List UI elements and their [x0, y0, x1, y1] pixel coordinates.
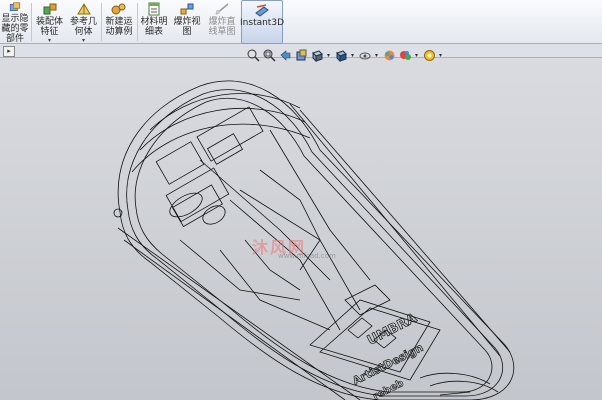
new-motion-study-icon: [111, 3, 126, 15]
show-hidden-components-label: 显示隐 藏的零 部件: [1, 14, 29, 44]
wireframe-assembly-model[interactable]: UMBRA ArtistDesign rebeb: [0, 58, 602, 400]
exploded-view-label: 爆炸视 图: [173, 17, 201, 37]
show-hide-components-icon: [9, 2, 21, 12]
command-manager-ribbon: 显示隐 藏的零 部件 装配体 特征 ▾ 参考几 何体 ▾ 新建运 动算例 材料明…: [0, 0, 602, 44]
model-line3-text: rebeb: [371, 378, 405, 400]
instant3d-button[interactable]: Instant3D: [240, 0, 284, 44]
body-outline-inner-2: [134, 97, 493, 393]
reference-geometry-label: 参考几 何体: [69, 17, 97, 37]
explode-line-sketch-label: 爆炸直 线草图: [208, 17, 236, 37]
bill-of-materials-label: 材料明 细表: [140, 17, 168, 37]
assembly-features-button[interactable]: 装配体 特征 ▾: [33, 0, 66, 44]
exploded-view-button[interactable]: 爆炸视 图: [171, 0, 203, 44]
explode-line-sketch-icon: [215, 3, 229, 15]
assembly-features-icon: [43, 3, 56, 15]
bill-of-materials-button[interactable]: 材料明 细表: [138, 0, 170, 44]
instant3d-icon: [255, 4, 269, 17]
new-motion-study-label: 新建运 动算例: [105, 17, 133, 37]
model-artist-text: ArtistDesign: [350, 341, 425, 388]
bill-of-materials-icon: [148, 2, 160, 16]
instant3d-label: Instant3D: [240, 18, 284, 28]
exploded-view-icon: [180, 3, 194, 15]
new-motion-study-button[interactable]: 新建运 动算例: [102, 0, 136, 44]
reference-geometry-icon: [76, 3, 91, 15]
watermark-url: www.mfcad.com: [278, 252, 336, 260]
show-hidden-components-button[interactable]: 显示隐 藏的零 部件: [0, 0, 30, 44]
explode-line-sketch-button[interactable]: 爆炸直 线草图: [204, 0, 240, 44]
tab-expand-arrow-icon[interactable]: ▸: [3, 46, 15, 57]
ribbon-separator: [31, 3, 32, 41]
reference-geometry-button[interactable]: 参考几 何体 ▾: [67, 0, 100, 44]
model-brand-text: UMBRA: [365, 311, 419, 349]
assembly-features-label: 装配体 特征: [35, 17, 63, 37]
